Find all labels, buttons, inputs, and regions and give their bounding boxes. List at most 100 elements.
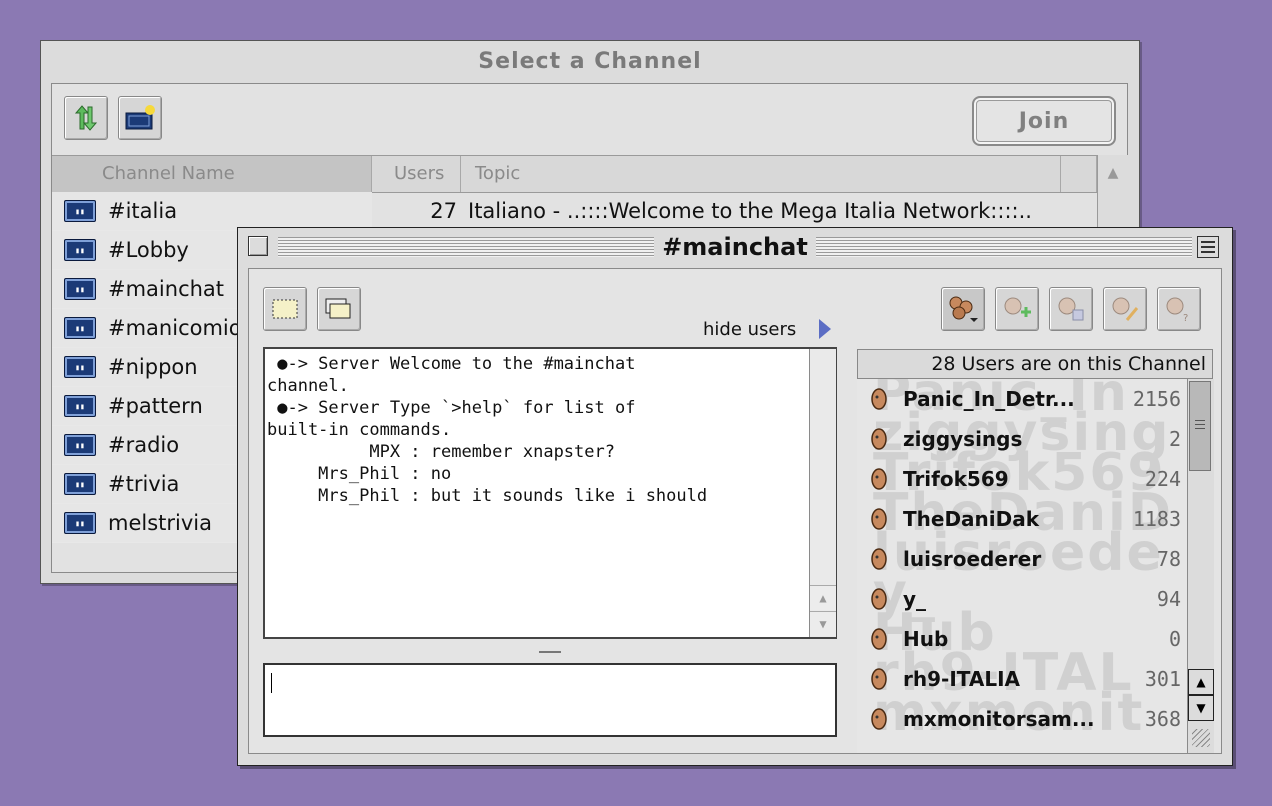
user-row[interactable]: Panic_In_Detr... 2156 xyxy=(857,379,1187,419)
users-menu-button[interactable] xyxy=(941,287,985,331)
user-edit-button[interactable] xyxy=(1103,287,1147,331)
user-head-icon xyxy=(871,628,887,650)
user-info-icon xyxy=(1058,297,1084,321)
scroll-thumb[interactable] xyxy=(1189,381,1211,471)
column-topic[interactable]: Topic xyxy=(461,156,1061,192)
scroll-up-icon[interactable]: ▲ xyxy=(1188,669,1214,695)
users-list-scrollbar[interactable]: ▲ ▼ xyxy=(1187,379,1214,753)
user-row[interactable]: rh9-ITALIA 301 xyxy=(857,659,1187,699)
channel-name: #radio xyxy=(108,433,180,457)
dotted-frame-icon xyxy=(272,299,298,319)
user-count: 94 xyxy=(1156,587,1181,611)
log-line: MPX : remember xnapster? xyxy=(267,442,615,462)
user-name: Hub xyxy=(903,627,949,651)
column-channel-name[interactable]: Channel Name xyxy=(52,156,372,192)
channel-name: #italia xyxy=(108,199,178,223)
column-users[interactable]: Users xyxy=(372,156,461,192)
scroll-down-icon[interactable]: ▼ xyxy=(810,611,836,636)
user-count: 78 xyxy=(1156,547,1181,571)
user-name: Trifok569 xyxy=(903,467,1009,491)
channel-icon: ▮▮ xyxy=(64,434,96,456)
hide-users-arrow-icon[interactable] xyxy=(819,319,831,339)
windows-button[interactable] xyxy=(317,287,361,331)
chat-window-title: #mainchat xyxy=(238,228,1232,266)
channel-icon: ▮▮ xyxy=(64,473,96,495)
user-row[interactable]: y_ 94 xyxy=(857,579,1187,619)
user-help-button[interactable]: ? xyxy=(1157,287,1201,331)
scroll-up-icon[interactable]: ▲ xyxy=(1098,155,1128,191)
log-line: ●-> Server Type `>help` for list of xyxy=(267,398,636,418)
chat-titlebar[interactable]: #mainchat xyxy=(238,228,1232,266)
user-name: mxmonitorsam... xyxy=(903,707,1095,731)
log-window-button[interactable] xyxy=(263,287,307,331)
users-count-header: 28 Users are on this Channel xyxy=(857,349,1213,379)
svg-text:?: ? xyxy=(1183,313,1188,324)
channel-name: melstrivia xyxy=(108,511,212,535)
split-handle[interactable] xyxy=(539,651,561,653)
channel-icon: ▮▮ xyxy=(64,317,96,339)
user-row[interactable]: Hub 0 xyxy=(857,619,1187,659)
user-row[interactable]: TheDaniDak 1183 xyxy=(857,499,1187,539)
collapse-box[interactable] xyxy=(1197,236,1219,258)
channel-icon: ▮▮ xyxy=(64,200,96,222)
user-head-icon xyxy=(871,508,887,530)
user-count: 2156 xyxy=(1132,387,1181,411)
close-box[interactable] xyxy=(248,236,268,256)
user-head-icon xyxy=(871,588,887,610)
channel-name: #manicomio xyxy=(108,316,242,340)
log-line: Mrs_Phil : but it sounds like i should xyxy=(267,486,708,506)
log-line: ●-> Server Welcome to the #mainchat xyxy=(267,354,636,374)
resize-grip-icon[interactable] xyxy=(1192,729,1210,747)
stacked-windows-icon xyxy=(325,298,351,319)
refresh-button[interactable] xyxy=(64,96,108,140)
user-head-icon xyxy=(871,468,887,490)
column-spacer xyxy=(1061,156,1097,192)
chat-window: #mainchat hide users ? ●-> Server Welcom… xyxy=(237,227,1233,766)
user-head-icon xyxy=(871,428,887,450)
channel-icon: ▮▮ xyxy=(64,239,96,261)
channel-icon: ▮▮ xyxy=(64,395,96,417)
channel-name: #Lobby xyxy=(108,238,189,262)
user-info-button[interactable] xyxy=(1049,287,1093,331)
channel-name: #mainchat xyxy=(108,277,225,301)
chat-body: hide users ? ●-> Server Welcome to the #… xyxy=(248,268,1222,754)
refresh-arrows-icon xyxy=(74,105,98,131)
user-name: Panic_In_Detr... xyxy=(903,387,1075,411)
user-head-icon xyxy=(871,708,887,730)
chat-title-text: #mainchat xyxy=(654,233,816,261)
user-count: 0 xyxy=(1168,627,1181,651)
channel-name: #nippon xyxy=(108,355,198,379)
user-head-icon xyxy=(871,668,887,690)
add-user-button[interactable] xyxy=(995,287,1039,331)
user-count: 2 xyxy=(1168,427,1181,451)
user-help-icon: ? xyxy=(1166,297,1188,324)
new-channel-button[interactable] xyxy=(118,96,162,140)
user-row[interactable]: ziggysings 2 xyxy=(857,419,1187,459)
channel-table-header: Channel Name Users Topic xyxy=(52,155,1127,193)
channel-row[interactable]: ▮▮ #italia 27 Italiano - ..::::Welcome to… xyxy=(52,192,1097,231)
channel-icon: ▮▮ xyxy=(64,278,96,300)
users-menu-icon xyxy=(949,296,978,322)
channel-topic: Italiano - ..::::Welcome to the Mega Ita… xyxy=(468,199,1032,223)
join-button[interactable]: Join xyxy=(972,96,1116,146)
scroll-up-icon[interactable]: ▲ xyxy=(810,585,836,610)
user-name: TheDaniDak xyxy=(903,507,1040,531)
add-user-icon xyxy=(1004,297,1031,317)
scroll-down-icon[interactable]: ▼ xyxy=(1188,695,1214,721)
user-row[interactable]: Trifok569 224 xyxy=(857,459,1187,499)
channel-users: 27 xyxy=(430,199,457,223)
user-row[interactable]: luisroederer 78 xyxy=(857,539,1187,579)
user-name: ziggysings xyxy=(903,427,1023,451)
user-row[interactable]: mxmonitorsam... 368 xyxy=(857,699,1187,739)
new-channel-icon xyxy=(125,105,155,130)
channel-name: #pattern xyxy=(108,394,203,418)
user-count: 1183 xyxy=(1132,507,1181,531)
user-head-icon xyxy=(871,388,887,410)
chat-log[interactable]: ●-> Server Welcome to the #mainchat chann… xyxy=(263,347,837,639)
user-head-icon xyxy=(871,548,887,570)
hide-users-label[interactable]: hide users xyxy=(703,319,796,340)
chat-log-scrollbar[interactable]: ▲ ▼ xyxy=(809,349,836,637)
log-line: Mrs_Phil : no xyxy=(267,464,452,484)
channel-name: #trivia xyxy=(108,472,180,496)
message-input[interactable] xyxy=(263,663,837,737)
